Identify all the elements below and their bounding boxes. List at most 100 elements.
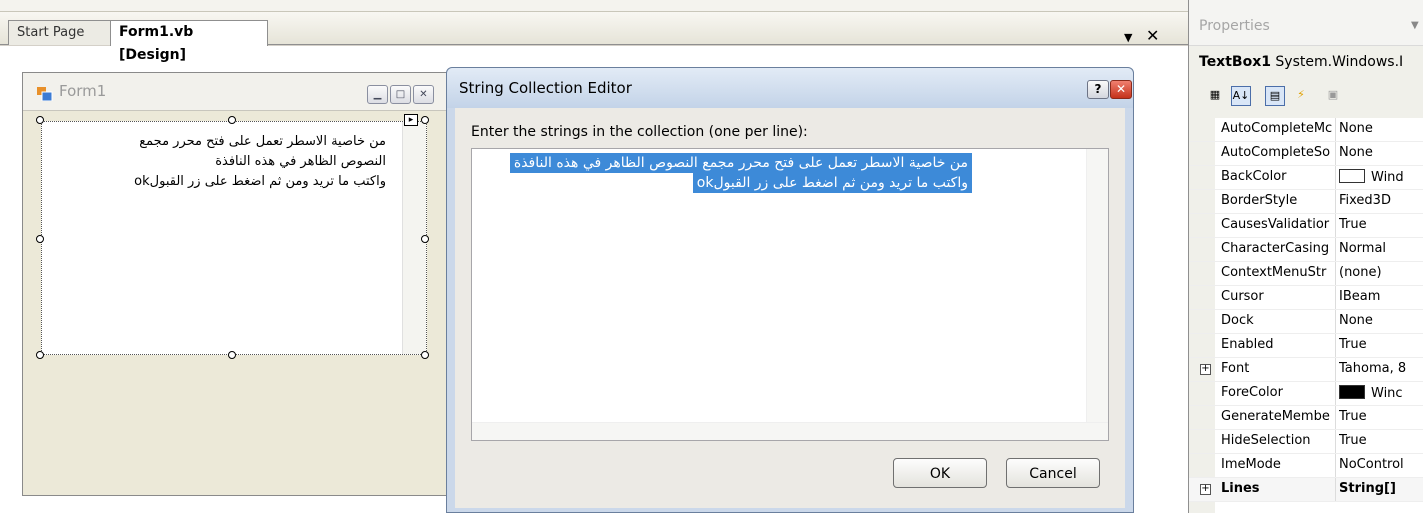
dialog-close-button[interactable]: ✕ <box>1110 80 1132 99</box>
column-divider[interactable] <box>1335 118 1336 141</box>
property-value[interactable]: Wind <box>1339 169 1423 185</box>
property-row[interactable]: ContextMenuStr (none) <box>1189 262 1423 286</box>
property-value[interactable]: IBeam <box>1339 289 1423 304</box>
property-pages-icon[interactable]: ▣ <box>1323 86 1343 106</box>
form-close-button[interactable]: ✕ <box>413 85 434 104</box>
property-value-text: (none) <box>1339 265 1382 280</box>
horizontal-scrollbar[interactable] <box>472 422 1108 440</box>
property-value[interactable]: Fixed3D <box>1339 193 1423 208</box>
property-value-text: None <box>1339 121 1373 136</box>
property-row[interactable]: AutoCompleteSo None <box>1189 142 1423 166</box>
column-divider[interactable] <box>1335 406 1336 429</box>
cancel-button[interactable]: Cancel <box>1006 458 1100 488</box>
property-row[interactable]: GenerateMembe True <box>1189 406 1423 430</box>
property-name: Cursor <box>1221 289 1264 304</box>
resize-handle[interactable] <box>36 116 44 124</box>
expand-icon[interactable]: + <box>1200 364 1211 375</box>
properties-toolbar: ▦ A↓ ▤ ⚡ ▣ <box>1189 78 1423 116</box>
properties-title: Properties <box>1199 18 1270 34</box>
property-row[interactable]: Cursor IBeam <box>1189 286 1423 310</box>
property-name: BorderStyle <box>1221 193 1298 208</box>
column-divider[interactable] <box>1335 310 1336 333</box>
property-value[interactable]: NoControl <box>1339 457 1423 472</box>
property-row[interactable]: HideSelection True <box>1189 430 1423 454</box>
resize-handle[interactable] <box>228 116 236 124</box>
property-row[interactable]: + Font Tahoma, 8 <box>1189 358 1423 382</box>
column-divider[interactable] <box>1335 358 1336 381</box>
property-value[interactable]: Winc <box>1339 385 1423 401</box>
property-value-text: True <box>1339 433 1367 448</box>
property-value[interactable]: None <box>1339 313 1423 328</box>
property-row[interactable]: ForeColor Winc <box>1189 382 1423 406</box>
tab-start-page[interactable]: Start Page <box>8 20 112 45</box>
resize-handle[interactable] <box>36 351 44 359</box>
property-value[interactable]: Normal <box>1339 241 1423 256</box>
form1-designer[interactable]: Form1 ▁ □ ✕ من خاصية الاسطر تعمل على فتح… <box>22 72 447 496</box>
column-divider[interactable] <box>1335 382 1336 405</box>
column-divider[interactable] <box>1335 454 1336 477</box>
property-row[interactable]: CausesValidatior True <box>1189 214 1423 238</box>
maximize-button[interactable]: □ <box>390 85 411 104</box>
resize-handle[interactable] <box>421 351 429 359</box>
property-row[interactable]: ImeMode NoControl <box>1189 454 1423 478</box>
textbox-line: النصوص الظاهر في هذه النافذة <box>215 154 386 169</box>
ok-button[interactable]: OK <box>893 458 987 488</box>
property-name: Enabled <box>1221 337 1274 352</box>
resize-handle[interactable] <box>36 235 44 243</box>
column-divider[interactable] <box>1335 238 1336 261</box>
property-value[interactable]: True <box>1339 337 1423 352</box>
object-selector[interactable]: TextBox1 System.Windows.I <box>1199 54 1403 70</box>
selected-text-line: من خاصية الاسطر تعمل على فتح محرر مجمع ا… <box>509 153 972 173</box>
close-tab-icon[interactable]: ✕ <box>1146 26 1159 45</box>
categorized-icon[interactable]: ▦ <box>1205 86 1225 106</box>
strings-textarea[interactable]: من خاصية الاسطر تعمل على فتح محرر مجمع ا… <box>471 148 1109 441</box>
property-value-text: True <box>1339 217 1367 232</box>
events-icon[interactable]: ⚡ <box>1291 86 1311 106</box>
vertical-scrollbar[interactable] <box>1086 149 1108 423</box>
property-name: Lines <box>1221 481 1260 496</box>
property-value[interactable]: (none) <box>1339 265 1423 280</box>
tab-form1-design[interactable]: Form1.vb [Design] <box>110 20 268 63</box>
property-name: HideSelection <box>1221 433 1311 448</box>
column-divider[interactable] <box>1335 142 1336 165</box>
property-row[interactable]: BackColor Wind <box>1189 166 1423 190</box>
column-divider[interactable] <box>1335 214 1336 237</box>
property-value[interactable]: True <box>1339 409 1423 424</box>
smart-tag-icon[interactable]: ▸ <box>404 114 418 126</box>
column-divider[interactable] <box>1335 166 1336 189</box>
property-row[interactable]: Dock None <box>1189 310 1423 334</box>
property-row[interactable]: AutoCompleteMc None <box>1189 118 1423 142</box>
property-row[interactable]: BorderStyle Fixed3D <box>1189 190 1423 214</box>
dropdown-arrow-icon[interactable]: ▼ <box>1411 20 1419 31</box>
property-value[interactable]: True <box>1339 217 1423 232</box>
tab-list-dropdown-icon[interactable]: ▼ <box>1124 31 1132 44</box>
property-value[interactable]: True <box>1339 433 1423 448</box>
resize-handle[interactable] <box>421 116 429 124</box>
column-divider[interactable] <box>1335 262 1336 285</box>
column-divider[interactable] <box>1335 334 1336 357</box>
textbox-line: واكتب ما تريد ومن ثم اضغط على زر القبولo… <box>134 174 386 189</box>
alphabetical-icon[interactable]: A↓ <box>1231 86 1251 106</box>
property-value[interactable]: String[] <box>1339 481 1423 496</box>
property-row[interactable]: + Lines String[] <box>1189 478 1423 502</box>
minimize-button[interactable]: ▁ <box>367 85 388 104</box>
column-divider[interactable] <box>1335 430 1336 453</box>
column-divider[interactable] <box>1335 190 1336 213</box>
property-value[interactable]: None <box>1339 145 1423 160</box>
help-button[interactable]: ? <box>1087 80 1109 99</box>
expand-icon[interactable]: + <box>1200 484 1211 495</box>
textbox1[interactable]: من خاصية الاسطر تعمل على فتح محرر مجمع ا… <box>41 121 427 355</box>
property-row[interactable]: CharacterCasing Normal <box>1189 238 1423 262</box>
column-divider[interactable] <box>1335 478 1336 501</box>
resize-handle[interactable] <box>421 235 429 243</box>
resize-handle[interactable] <box>228 351 236 359</box>
textbox-line: من خاصية الاسطر تعمل على فتح محرر مجمع <box>139 134 386 149</box>
property-value[interactable]: Tahoma, 8 <box>1339 361 1423 376</box>
property-name: ImeMode <box>1221 457 1281 472</box>
property-row[interactable]: Enabled True <box>1189 334 1423 358</box>
property-value[interactable]: None <box>1339 121 1423 136</box>
document-tab-bar: Start Page Form1.vb [Design] ▼ ✕ <box>0 12 1188 63</box>
property-name: CausesValidatior <box>1221 217 1330 232</box>
properties-view-icon[interactable]: ▤ <box>1265 86 1285 106</box>
column-divider[interactable] <box>1335 286 1336 309</box>
